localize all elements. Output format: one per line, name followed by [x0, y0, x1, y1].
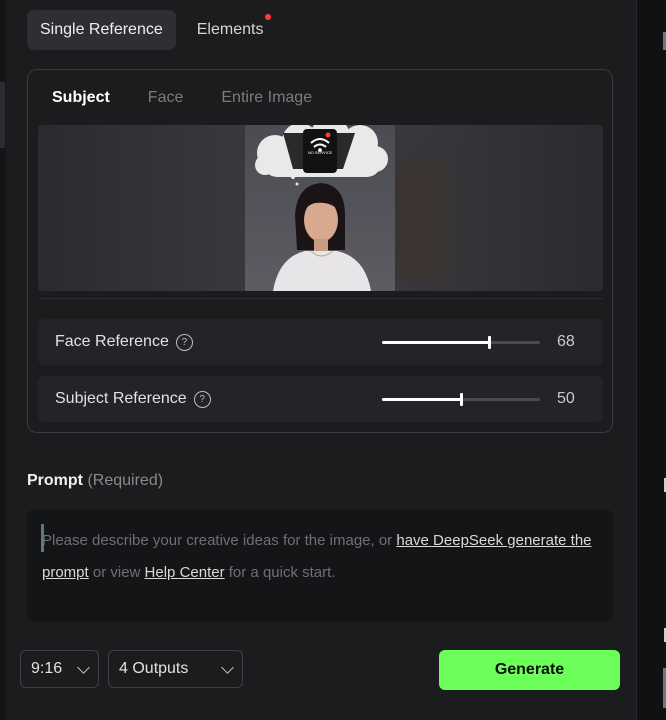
- sign-text: NO SERVICE: [308, 150, 333, 155]
- left-edge-panel: [0, 0, 6, 720]
- tab-label: Single Reference: [40, 21, 163, 38]
- chevron-down-icon: [77, 661, 90, 674]
- left-scroll-mark: [0, 82, 5, 148]
- bottom-controls: 9:16 4 Outputs Generate: [0, 640, 636, 720]
- slider-thumb[interactable]: [488, 336, 492, 349]
- slider-label-text: Face Reference: [55, 333, 169, 350]
- mode-tabs: Single Reference Elements: [27, 10, 276, 50]
- slider-label: Subject Reference ?: [55, 390, 211, 408]
- slider-label: Face Reference ?: [55, 333, 193, 351]
- required-hint: (Required): [87, 472, 164, 489]
- reference-card: Subject Face Entire Image NO SERVICE Fac…: [27, 69, 613, 433]
- subject-reference-slider[interactable]: [382, 393, 540, 406]
- prompt-label: Prompt: [27, 472, 83, 489]
- generate-label: Generate: [494, 661, 565, 678]
- placeholder-text: Please describe your creative ideas for …: [42, 532, 397, 549]
- slider-value: 68: [557, 333, 575, 350]
- reference-type-tabs: Subject Face Entire Image: [52, 89, 312, 107]
- tab-elements[interactable]: Elements: [184, 10, 277, 50]
- slider-fill: [382, 341, 490, 344]
- prompt-heading: Prompt (Required): [27, 472, 163, 490]
- prompt-placeholder: Please describe your creative ideas for …: [42, 525, 602, 589]
- placeholder-text: or view: [88, 564, 145, 581]
- subject-reference-slider-row: Subject Reference ? 50: [38, 376, 603, 422]
- face-reference-slider-row: Face Reference ? 68: [38, 319, 603, 365]
- tab-subject[interactable]: Subject: [52, 89, 110, 107]
- slider-value: 50: [557, 390, 575, 407]
- background-blur: [388, 160, 448, 280]
- tab-label: Elements: [196, 21, 264, 38]
- right-side-panel: [636, 0, 666, 720]
- tab-face[interactable]: Face: [148, 89, 184, 107]
- help-icon[interactable]: ?: [175, 333, 193, 351]
- generate-button[interactable]: Generate: [439, 650, 620, 690]
- outputs-select[interactable]: 4 Outputs: [108, 650, 243, 688]
- reference-image-preview[interactable]: NO SERVICE: [38, 125, 603, 291]
- aspect-ratio-select[interactable]: 9:16: [20, 650, 99, 688]
- portrait-illustration: NO SERVICE: [255, 125, 388, 291]
- help-icon[interactable]: ?: [193, 390, 211, 408]
- notification-dot: [265, 14, 272, 20]
- prompt-input[interactable]: Please describe your creative ideas for …: [27, 509, 613, 622]
- panel-divider: [38, 298, 603, 299]
- chevron-down-icon: [221, 661, 234, 674]
- slider-thumb[interactable]: [460, 393, 463, 406]
- slider-fill: [382, 398, 461, 401]
- outputs-value: 4 Outputs: [119, 660, 189, 677]
- tab-entire-image[interactable]: Entire Image: [221, 89, 312, 107]
- help-center-link[interactable]: Help Center: [145, 564, 225, 581]
- placeholder-text: for a quick start.: [224, 564, 336, 581]
- slider-label-text: Subject Reference: [55, 390, 187, 407]
- tab-single-reference[interactable]: Single Reference: [27, 10, 176, 50]
- face-reference-slider[interactable]: [382, 336, 540, 349]
- aspect-ratio-value: 9:16: [31, 660, 63, 677]
- reference-photo: NO SERVICE: [245, 125, 395, 291]
